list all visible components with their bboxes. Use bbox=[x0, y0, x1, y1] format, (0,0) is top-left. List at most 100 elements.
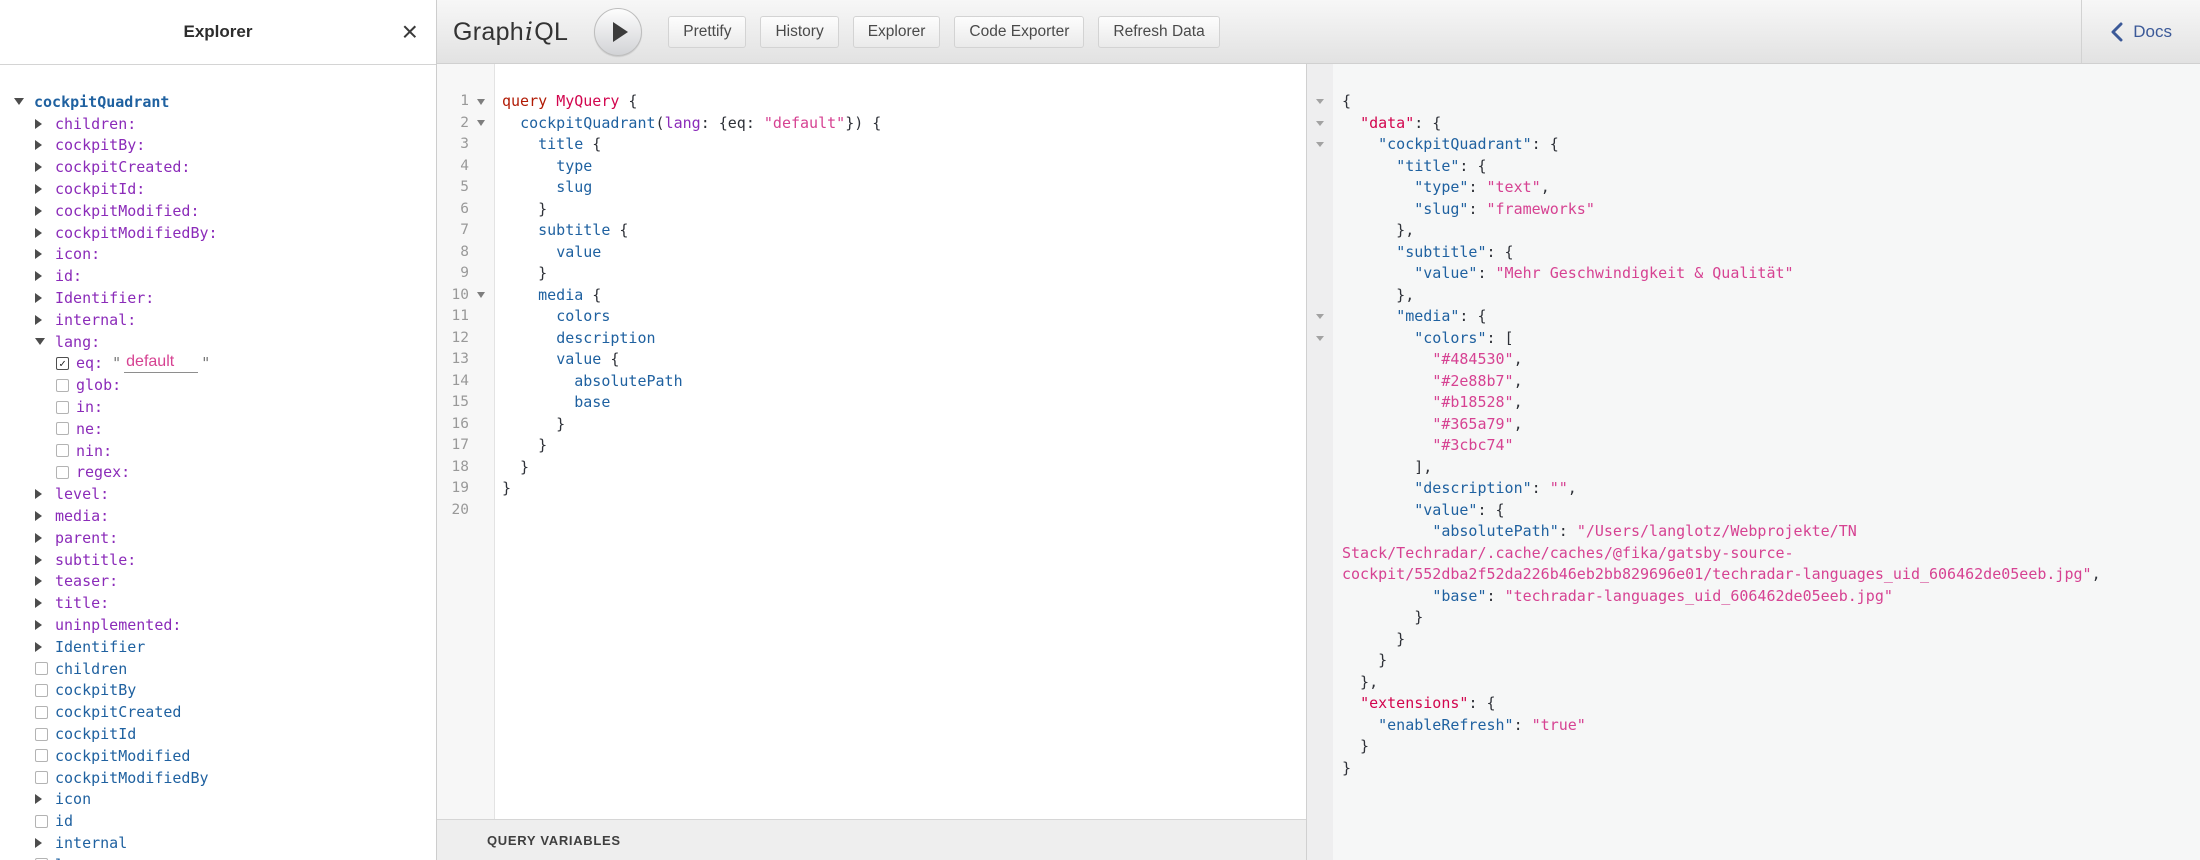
tree-row-cockpitmodified[interactable]: cockpitModified bbox=[14, 745, 436, 767]
tree-row-id[interactable]: id bbox=[14, 810, 436, 832]
tree-label: regex: bbox=[76, 463, 130, 481]
tree-row-ne[interactable]: ne: bbox=[14, 418, 436, 440]
tree-row-cockpitby[interactable]: cockpitBy bbox=[14, 680, 436, 702]
tree-row-cockpitcreated[interactable]: cockpitCreated: bbox=[14, 156, 436, 178]
caret-right-icon[interactable] bbox=[35, 489, 42, 499]
checkbox[interactable] bbox=[56, 401, 69, 414]
checkbox[interactable] bbox=[56, 466, 69, 479]
tree-row-identifier[interactable]: Identifier bbox=[14, 636, 436, 658]
tree-row-subtitle[interactable]: subtitle: bbox=[14, 549, 436, 571]
code-line: type bbox=[502, 156, 1306, 178]
caret-right-icon[interactable] bbox=[35, 555, 42, 565]
fold-icon[interactable] bbox=[477, 292, 485, 298]
fold-icon[interactable] bbox=[1316, 142, 1324, 147]
caret-right-icon[interactable] bbox=[35, 206, 42, 216]
tree-row-cockpitid[interactable]: cockpitId: bbox=[14, 178, 436, 200]
query-variables-bar[interactable]: QUERY VARIABLES bbox=[437, 819, 1306, 860]
tree-row-children[interactable]: children bbox=[14, 658, 436, 680]
tree-row-internal[interactable]: internal: bbox=[14, 309, 436, 331]
caret-right-icon[interactable] bbox=[35, 271, 42, 281]
caret-right-icon[interactable] bbox=[35, 620, 42, 630]
caret-right-icon[interactable] bbox=[35, 119, 42, 129]
checkbox[interactable] bbox=[35, 728, 48, 741]
toolbar-button-prettify[interactable]: Prettify bbox=[668, 16, 746, 48]
caret-right-icon[interactable] bbox=[35, 315, 42, 325]
fold-icon[interactable] bbox=[1316, 314, 1324, 319]
toolbar-button-explorer[interactable]: Explorer bbox=[853, 16, 941, 48]
line-number: 6 bbox=[437, 199, 469, 221]
tree-row-title[interactable]: title: bbox=[14, 592, 436, 614]
tree-row-children[interactable]: children: bbox=[14, 113, 436, 135]
tree-row-id[interactable]: id: bbox=[14, 265, 436, 287]
caret-right-icon[interactable] bbox=[35, 293, 42, 303]
checkbox[interactable] bbox=[35, 684, 48, 697]
line-number: 3 bbox=[437, 134, 469, 156]
tree-row-eq[interactable]: ✓eq: "default" bbox=[14, 353, 436, 375]
caret-right-icon[interactable] bbox=[35, 838, 42, 848]
tree-row-icon[interactable]: icon bbox=[14, 789, 436, 811]
tree-row-in[interactable]: in: bbox=[14, 396, 436, 418]
toolbar-button-history[interactable]: History bbox=[760, 16, 838, 48]
fold-icon[interactable] bbox=[1316, 121, 1324, 126]
checkbox[interactable] bbox=[56, 422, 69, 435]
toolbar-button-code-exporter[interactable]: Code Exporter bbox=[954, 16, 1084, 48]
code-line: "#b18528", bbox=[1342, 392, 2200, 414]
tree-row-cockpitby[interactable]: cockpitBy: bbox=[14, 135, 436, 157]
checkbox[interactable] bbox=[35, 662, 48, 675]
checkbox[interactable] bbox=[35, 706, 48, 719]
tree-row-lang[interactable]: lang: bbox=[14, 331, 436, 353]
toolbar-button-refresh-data[interactable]: Refresh Data bbox=[1098, 16, 1219, 48]
tree-row-cockpitmodifiedby[interactable]: cockpitModifiedBy: bbox=[14, 222, 436, 244]
checkbox[interactable] bbox=[35, 749, 48, 762]
query-code[interactable]: query MyQuery { cockpitQuadrant(lang: {e… bbox=[495, 64, 1306, 819]
tree-row-identifier[interactable]: Identifier: bbox=[14, 287, 436, 309]
checkbox[interactable] bbox=[56, 444, 69, 457]
checkbox[interactable]: ✓ bbox=[56, 357, 69, 370]
caret-right-icon[interactable] bbox=[35, 642, 42, 652]
caret-right-icon[interactable] bbox=[35, 184, 42, 194]
line-number-gutter: 1234567891011121314151617181920 bbox=[437, 64, 495, 819]
fold-icon[interactable] bbox=[477, 120, 485, 126]
checkbox[interactable] bbox=[35, 771, 48, 784]
tree-row-internal[interactable]: internal bbox=[14, 832, 436, 854]
tree-row-cockpitmodifiedby[interactable]: cockpitModifiedBy bbox=[14, 767, 436, 789]
tree-row-regex[interactable]: regex: bbox=[14, 462, 436, 484]
caret-right-icon[interactable] bbox=[35, 511, 42, 521]
caret-right-icon[interactable] bbox=[35, 228, 42, 238]
execute-button[interactable] bbox=[594, 8, 642, 56]
caret-down-icon[interactable] bbox=[35, 338, 45, 345]
tree-row-icon[interactable]: icon: bbox=[14, 244, 436, 266]
tree-row-level[interactable]: level: bbox=[14, 483, 436, 505]
docs-button[interactable]: Docs bbox=[2081, 0, 2200, 63]
caret-right-icon[interactable] bbox=[35, 576, 42, 586]
toolbar: Prettify History Explorer Code Exporter Refr… bbox=[668, 16, 1219, 48]
tree-row-teaser[interactable]: teaser: bbox=[14, 571, 436, 593]
tree-row-cockpitquadrant[interactable]: cockpitQuadrant bbox=[14, 91, 436, 113]
tree-row-uninplemented[interactable]: uninplemented: bbox=[14, 614, 436, 636]
tree-row-glob[interactable]: glob: bbox=[14, 374, 436, 396]
tree-row-cockpitid[interactable]: cockpitId bbox=[14, 723, 436, 745]
tree-row-parent[interactable]: parent: bbox=[14, 527, 436, 549]
tree-label: subtitle: bbox=[55, 551, 136, 569]
tree-row-cockpitcreated[interactable]: cockpitCreated bbox=[14, 701, 436, 723]
caret-right-icon[interactable] bbox=[35, 140, 42, 150]
tree-row-cockpitmodified[interactable]: cockpitModified: bbox=[14, 200, 436, 222]
caret-right-icon[interactable] bbox=[35, 249, 42, 259]
caret-right-icon[interactable] bbox=[35, 598, 42, 608]
argument-value-input[interactable]: default bbox=[124, 353, 198, 373]
checkbox[interactable] bbox=[56, 379, 69, 392]
caret-down-icon[interactable] bbox=[14, 98, 24, 105]
checkbox[interactable] bbox=[35, 815, 48, 828]
close-explorer-button[interactable]: × bbox=[402, 0, 418, 64]
fold-icon[interactable] bbox=[1316, 99, 1324, 104]
caret-right-icon[interactable] bbox=[35, 794, 42, 804]
caret-right-icon[interactable] bbox=[35, 533, 42, 543]
fold-icon[interactable] bbox=[477, 99, 485, 105]
result-pane: { "data": { "cockpitQuadrant": { "title"… bbox=[1307, 64, 2200, 860]
tree-row-nin[interactable]: nin: bbox=[14, 440, 436, 462]
tree-row-lang[interactable]: lang bbox=[14, 854, 436, 860]
caret-right-icon[interactable] bbox=[35, 162, 42, 172]
tree-label: lang bbox=[55, 856, 91, 860]
tree-row-media[interactable]: media: bbox=[14, 505, 436, 527]
fold-icon[interactable] bbox=[1316, 336, 1324, 341]
